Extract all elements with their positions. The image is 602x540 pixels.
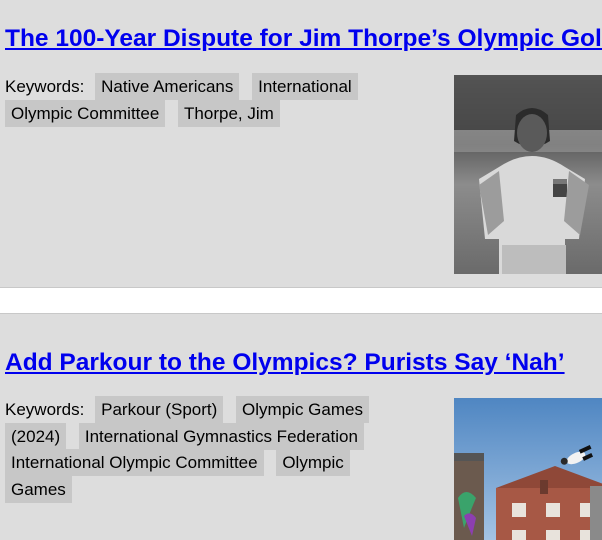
keywords-label: Keywords: xyxy=(5,400,85,419)
keywords-label: Keywords: xyxy=(5,77,85,96)
keywords-list: Keywords: Parkour (Sport) Olympic Games … xyxy=(5,396,385,503)
article-card: The 100-Year Dispute for Jim Thorpe’s Ol… xyxy=(0,0,602,288)
keyword-tag[interactable]: International Gymnastics Federation xyxy=(78,422,364,450)
keywords-list: Keywords: Native Americans International… xyxy=(5,73,385,127)
keyword-tag[interactable]: International Olympic Committee xyxy=(5,449,264,476)
article-thumbnail[interactable] xyxy=(454,398,602,540)
keyword-tag[interactable]: Native Americans xyxy=(95,73,240,100)
keyword-tag[interactable]: Thorpe, Jim xyxy=(178,99,280,127)
article-card: Add Parkour to the Olympics? Purists Say… xyxy=(0,313,602,540)
article-thumbnail[interactable] xyxy=(454,75,602,274)
keyword-tag[interactable]: Parkour (Sport) xyxy=(95,396,224,423)
article-title-link[interactable]: Add Parkour to the Olympics? Purists Say… xyxy=(5,348,565,378)
article-title-link[interactable]: The 100-Year Dispute for Jim Thorpe’s Ol… xyxy=(5,24,602,54)
